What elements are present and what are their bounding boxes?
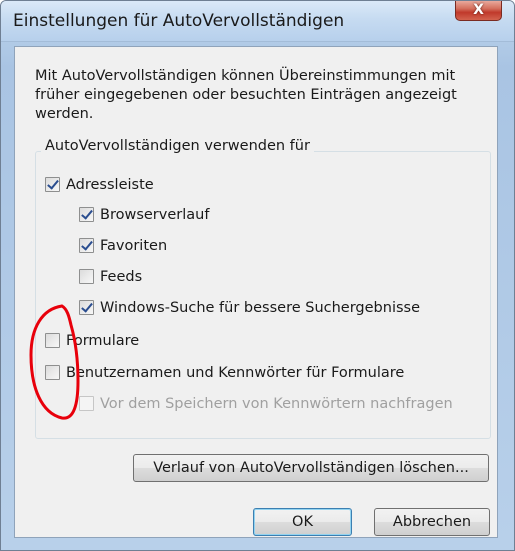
checkbox-icon[interactable] bbox=[45, 333, 60, 348]
close-button[interactable]: X bbox=[455, 1, 502, 21]
checkbox-label: Vor dem Speichern von Kennwörtern nachfr… bbox=[100, 396, 453, 412]
title-bar[interactable]: Einstellungen für AutoVervollständigen X bbox=[1, 1, 514, 42]
cancel-button[interactable]: Abbrechen bbox=[374, 508, 490, 536]
window-title: Einstellungen für AutoVervollständigen bbox=[13, 11, 345, 31]
checkbox-icon[interactable] bbox=[45, 365, 60, 380]
checkbox-label: Favoriten bbox=[100, 238, 168, 254]
ok-button[interactable]: OK bbox=[253, 508, 352, 536]
dialog-window: Einstellungen für AutoVervollständigen X… bbox=[0, 0, 515, 551]
checkbox-icon[interactable] bbox=[79, 207, 94, 222]
description-text: Mit AutoVervollständigen können Übereins… bbox=[35, 68, 457, 122]
checkbox-label: Adressleiste bbox=[66, 177, 154, 193]
checkbox-icon[interactable] bbox=[79, 269, 94, 284]
checkbox-label: Windows-Suche für bessere Suchergebnisse bbox=[100, 300, 420, 316]
checkbox-icon[interactable] bbox=[45, 177, 60, 192]
dialog-content: Mit AutoVervollständigen können Übereins… bbox=[14, 46, 498, 538]
close-icon: X bbox=[473, 2, 484, 18]
clear-autocomplete-history-button[interactable]: Verlauf von AutoVervollständigen löschen… bbox=[133, 454, 489, 482]
checkbox-label: Feeds bbox=[100, 269, 143, 285]
checkbox-label: Formulare bbox=[66, 333, 140, 349]
checkbox-label: Browserverlauf bbox=[100, 207, 210, 223]
checkbox-icon bbox=[79, 396, 94, 411]
checkbox-label: Benutzernamen und Kennwörter für Formula… bbox=[66, 365, 405, 381]
groupbox-label: AutoVervollständigen verwenden für bbox=[41, 138, 314, 154]
checkbox-icon[interactable] bbox=[79, 238, 94, 253]
checkbox-icon[interactable] bbox=[79, 300, 94, 315]
